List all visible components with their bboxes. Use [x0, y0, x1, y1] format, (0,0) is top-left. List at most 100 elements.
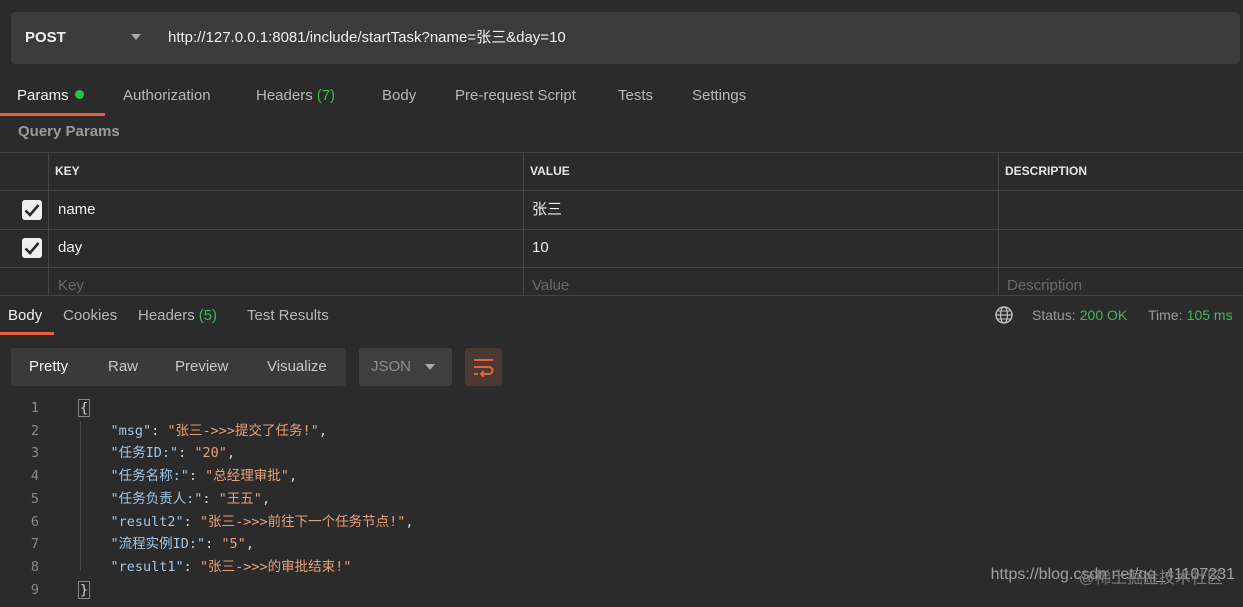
line-number: 6	[30, 513, 40, 530]
table-border	[0, 229, 1243, 230]
json-punct: :	[183, 513, 200, 530]
json-punct: :	[188, 468, 206, 485]
json-punct: :	[151, 422, 168, 439]
new-description-input[interactable]: Description	[1007, 267, 1082, 305]
column-header-key: KEY	[55, 164, 80, 178]
tab-label: Pre-request Script	[455, 87, 576, 104]
column-divider[interactable]	[523, 152, 524, 295]
code-text: "result1": "张三->>>的审批结束!"	[78, 556, 352, 579]
tab-label: Body	[8, 307, 43, 324]
code-text: "msg": "张三->>>提交了任务!",	[78, 420, 327, 443]
tab-label: Headers	[256, 87, 313, 104]
tab-label: Cookies	[63, 307, 118, 324]
param-key[interactable]: day	[58, 229, 82, 267]
chevron-down-icon	[425, 364, 435, 370]
tab-headers[interactable]: Headers (7)	[256, 84, 335, 108]
checkbox-checked-icon[interactable]	[22, 200, 42, 220]
json-punct	[78, 514, 111, 530]
table-border	[0, 190, 1243, 191]
code-text: "流程实例ID:": "5",	[78, 533, 254, 556]
method-select[interactable]: POST	[25, 12, 66, 64]
tab-settings[interactable]: Settings	[692, 84, 746, 108]
headers-count: (7)	[316, 87, 336, 104]
json-punct: ,	[288, 468, 298, 485]
chevron-down-icon[interactable]	[131, 34, 141, 40]
line-number: 5	[30, 490, 40, 507]
code-text: {	[78, 397, 91, 420]
json-punct: :	[205, 536, 222, 553]
view-preview-button[interactable]: Preview	[175, 348, 228, 386]
code-text: "任务负责人:": "王五",	[78, 488, 271, 511]
view-visualize-button[interactable]: Visualize	[267, 348, 327, 386]
tab-label: Params	[17, 87, 69, 104]
json-string: "20"	[194, 445, 227, 462]
watermark-overlay: @稀土掘金技术社区	[1078, 570, 1223, 587]
line-number: 9	[30, 581, 40, 598]
tab-params[interactable]: Params	[17, 84, 84, 108]
request-bar: POST http://127.0.0.1:8081/include/start…	[11, 12, 1240, 64]
json-string: "总经理审批"	[205, 468, 289, 485]
tab-label: Settings	[692, 87, 747, 104]
column-divider	[48, 152, 49, 295]
status-value[interactable]: 200 OK	[1080, 307, 1127, 323]
new-value-input[interactable]: Value	[532, 267, 569, 305]
column-header-value: VALUE	[530, 164, 570, 178]
json-punct: ,	[245, 536, 254, 553]
line-number: 2	[30, 422, 40, 439]
wrap-lines-button[interactable]	[465, 348, 502, 386]
param-key[interactable]: name	[58, 191, 96, 229]
json-key: "result1"	[110, 558, 184, 575]
json-punct: ,	[405, 513, 414, 530]
tab-label: Test Results	[247, 307, 329, 324]
response-tab-body[interactable]: Body	[8, 305, 42, 327]
new-key-input[interactable]: Key	[58, 267, 84, 305]
view-pretty-button[interactable]: Pretty	[29, 348, 68, 386]
json-string: "张三->>>前往下一个任务节点!"	[199, 513, 406, 530]
code-text: "任务ID:": "20",	[78, 442, 236, 465]
response-status: Status: 200 OK	[1032, 307, 1127, 324]
json-punct	[78, 559, 111, 575]
json-string: "王五"	[218, 490, 262, 507]
tab-label: Tests	[618, 87, 654, 104]
json-string: "5"	[221, 536, 246, 553]
param-value[interactable]: 10	[532, 229, 549, 267]
line-number: 3	[30, 445, 40, 462]
tab-authorization[interactable]: Authorization	[123, 84, 211, 108]
active-tab-indicator	[0, 332, 54, 335]
column-header-description: DESCRIPTION	[1005, 164, 1088, 178]
code-text: }	[78, 579, 91, 602]
param-value[interactable]: 张三	[532, 191, 562, 229]
tab-pre-request-script[interactable]: Pre-request Script	[455, 84, 576, 108]
tab-tests[interactable]: Tests	[618, 84, 653, 108]
line-number: 7	[30, 536, 40, 553]
wrap-lines-icon	[474, 359, 494, 377]
url-input[interactable]: http://127.0.0.1:8081/include/startTask?…	[168, 12, 566, 64]
line-number: 4	[30, 468, 40, 485]
code-text: "result2": "张三->>>前往下一个任务节点!",	[78, 511, 414, 534]
format-select[interactable]: JSON	[359, 348, 452, 386]
time-label: Time:	[1148, 307, 1183, 323]
active-dot-icon	[74, 90, 84, 99]
json-punct: :	[202, 490, 219, 507]
json-punct: :	[183, 558, 200, 575]
watermark: https://blog.csdn.net/qq_41107231 @稀土掘金技…	[991, 566, 1235, 587]
json-punct: ,	[226, 445, 236, 462]
format-label: JSON	[371, 358, 412, 375]
json-punct: ,	[318, 422, 327, 439]
view-raw-button[interactable]: Raw	[108, 348, 138, 386]
view-mode-group: Pretty Raw Preview Visualize	[11, 348, 346, 386]
code-text: "任务名称:": "总经理审批",	[78, 465, 298, 488]
json-punct	[78, 536, 111, 552]
json-punct: {	[78, 399, 91, 417]
globe-icon[interactable]	[994, 305, 1014, 325]
response-tab-headers[interactable]: Headers (5)	[138, 305, 217, 327]
response-tab-test-results[interactable]: Test Results	[247, 305, 329, 327]
json-key: "result2"	[110, 513, 184, 530]
column-divider[interactable]	[998, 152, 999, 295]
json-punct	[78, 445, 111, 461]
tab-body[interactable]: Body	[382, 84, 416, 108]
tab-label: Body	[382, 87, 417, 104]
response-tab-cookies[interactable]: Cookies	[63, 305, 117, 327]
time-value[interactable]: 105 ms	[1187, 307, 1233, 323]
checkbox-checked-icon[interactable]	[22, 238, 42, 258]
